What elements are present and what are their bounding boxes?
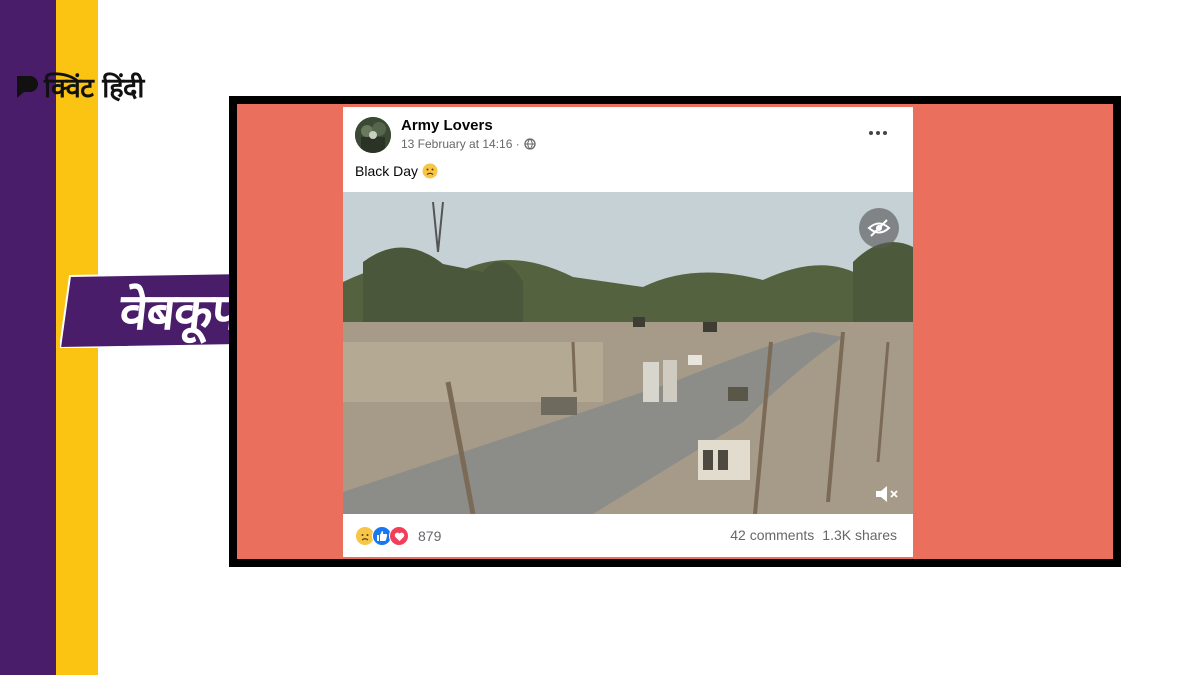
post-meta: 13 February at 14:16 ·: [401, 137, 536, 151]
engagement-stats: 42 comments 1.3K shares: [730, 527, 897, 543]
brand-logo[interactable]: क्विंट हिंदी: [14, 68, 144, 105]
mute-icon[interactable]: [873, 484, 901, 504]
brand-name: क्विंट हिंदी: [44, 73, 144, 104]
video-frame: [343, 192, 913, 514]
video-player[interactable]: [343, 192, 913, 514]
author-avatar[interactable]: [355, 117, 391, 153]
reactions-summary[interactable]: 879: [355, 526, 441, 546]
sad-face-icon: [422, 163, 438, 179]
caption-text: Black Day: [355, 163, 419, 179]
globe-icon: [524, 138, 536, 150]
post-caption: Black Day: [355, 163, 438, 179]
author-name[interactable]: Army Lovers: [401, 117, 493, 134]
eye-slash-icon: [867, 219, 891, 237]
facebook-post: Army Lovers 13 February at 14:16 · Black…: [343, 107, 913, 557]
quint-logo-icon: [17, 75, 38, 98]
love-reaction-icon: [389, 526, 409, 546]
comments-count[interactable]: 42 comments: [730, 527, 814, 543]
post-footer: 879 42 comments 1.3K shares: [343, 514, 913, 557]
post-options-button[interactable]: [863, 121, 893, 145]
post-date[interactable]: 13 February at 14:16 ·: [401, 137, 520, 151]
hide-content-button[interactable]: [859, 208, 899, 248]
reaction-count[interactable]: 879: [418, 528, 441, 544]
shares-count[interactable]: 1.3K shares: [822, 527, 897, 543]
